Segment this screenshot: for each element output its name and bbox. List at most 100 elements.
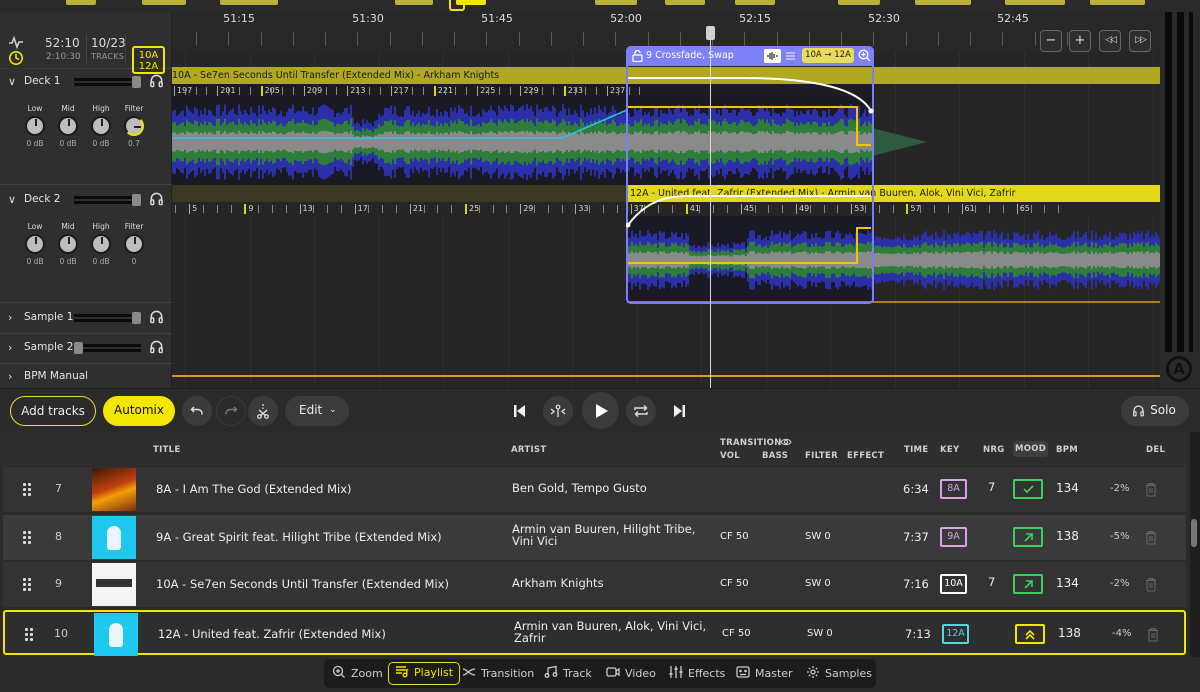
knob-low[interactable]: Low 0 dB xyxy=(20,222,50,266)
sample-1-volume-fader[interactable] xyxy=(74,312,141,324)
drag-handle-icon[interactable] xyxy=(23,578,33,592)
transition-vol[interactable]: CF 50 xyxy=(720,578,749,589)
next-track-button[interactable] xyxy=(673,404,686,418)
table-scrollbar-thumb[interactable] xyxy=(1191,519,1197,547)
track-title[interactable]: 12A - United feat. Zafrir (Extended Mix) xyxy=(158,627,386,641)
knob-high[interactable]: High 0 dB xyxy=(86,104,116,148)
headphones-icon[interactable] xyxy=(149,191,164,206)
solo-button[interactable]: Solo xyxy=(1121,396,1189,426)
knob-filter[interactable]: Filter 0 xyxy=(119,222,149,266)
col-nrg[interactable]: NRG xyxy=(983,445,1005,455)
col-vol[interactable]: VOL xyxy=(720,451,740,461)
tab-samples[interactable]: Samples xyxy=(806,662,872,685)
unlock-icon[interactable] xyxy=(632,50,643,62)
undo-button[interactable] xyxy=(182,396,212,426)
chevron-right-icon[interactable]: › xyxy=(8,341,12,354)
chevron-right-icon[interactable]: › xyxy=(8,311,12,324)
fast-forward-button[interactable]: ▷▷ xyxy=(1129,30,1151,52)
fader-thumb[interactable] xyxy=(132,312,141,324)
tab-master[interactable]: Master xyxy=(736,662,793,685)
redo-button[interactable] xyxy=(216,396,246,426)
deck-1-header[interactable]: ∨ Deck 1 xyxy=(0,70,172,94)
sample-1-header[interactable]: › Sample 1 xyxy=(0,306,172,330)
col-bass[interactable]: BASS xyxy=(762,451,788,461)
mood-badge[interactable] xyxy=(1013,574,1043,594)
automix-button[interactable]: Automix xyxy=(103,396,175,426)
chevron-down-icon[interactable]: ∨ xyxy=(8,193,16,206)
tab-playlist[interactable]: Playlist xyxy=(388,662,461,685)
bpm-manual-header[interactable]: › BPM Manual xyxy=(0,365,172,389)
list-view-toggle[interactable] xyxy=(783,49,798,63)
sync-button[interactable] xyxy=(543,396,573,426)
transition-bass[interactable]: SW 0 xyxy=(805,531,831,542)
col-key[interactable]: KEY xyxy=(940,445,959,455)
table-row[interactable]: 7 8A - I Am The God (Extended Mix) Ben Gol… xyxy=(3,467,1186,512)
knob-low[interactable]: Low 0 dB xyxy=(20,104,50,148)
crossfade-curves[interactable] xyxy=(626,66,876,304)
table-row[interactable]: 9 10A - Se7en Seconds Until Transfer (Ext… xyxy=(3,562,1186,607)
mood-badge[interactable] xyxy=(1013,526,1043,547)
timeline[interactable]: 51:15 51:30 51:45 52:00 52:15 52:30 52:45 10A … xyxy=(172,12,1160,388)
track-title[interactable]: 10A - Se7en Seconds Until Transfer (Exte… xyxy=(156,577,449,591)
knob-mid[interactable]: Mid 0 dB xyxy=(53,222,83,266)
drag-handle-icon[interactable] xyxy=(25,627,35,642)
tab-video[interactable]: Video xyxy=(606,662,656,685)
transition-bass[interactable]: SW 0 xyxy=(807,628,833,639)
table-row[interactable]: 8 9A - Great Spirit feat. Hilight Tribe (… xyxy=(3,514,1186,560)
chevron-down-icon[interactable]: ∨ xyxy=(8,75,16,88)
eye-icon[interactable] xyxy=(780,437,792,447)
zoom-out-button[interactable]: − xyxy=(1040,30,1062,52)
knob-high[interactable]: High 0 dB xyxy=(86,222,116,266)
headphones-icon[interactable] xyxy=(149,339,164,354)
transition-vol[interactable]: CF 50 xyxy=(722,628,751,639)
drag-handle-icon[interactable] xyxy=(23,530,33,545)
drag-handle-icon[interactable] xyxy=(23,483,33,497)
fader-thumb[interactable] xyxy=(132,76,141,88)
add-tracks-button[interactable]: Add tracks xyxy=(10,396,96,426)
playhead[interactable] xyxy=(710,26,711,388)
tab-zoom[interactable]: Zoom xyxy=(332,662,383,685)
fader-thumb[interactable] xyxy=(74,342,83,354)
delete-icon[interactable] xyxy=(1145,577,1157,592)
delete-icon[interactable] xyxy=(1147,627,1159,642)
table-row[interactable]: 10 12A - United feat. Zafrir (Extended Mi… xyxy=(3,609,1186,656)
col-artist[interactable]: ARTIST xyxy=(511,445,546,455)
deck-2-header[interactable]: ∨ Deck 2 xyxy=(0,188,172,212)
minimap[interactable] xyxy=(0,0,1200,12)
headphones-icon[interactable] xyxy=(149,73,164,88)
zoom-in-icon[interactable] xyxy=(858,49,871,62)
minimap-viewport-handle[interactable] xyxy=(449,0,465,11)
fader-thumb[interactable] xyxy=(132,194,141,206)
track-title[interactable]: 9A - Great Spirit feat. Hilight Tribe (E… xyxy=(156,530,442,544)
deck-1-volume-fader[interactable] xyxy=(74,76,141,88)
col-effect[interactable]: EFFECT xyxy=(847,451,884,461)
zoom-in-button[interactable]: + xyxy=(1069,30,1091,52)
col-bpm[interactable]: BPM xyxy=(1056,445,1078,455)
deck-2-volume-fader[interactable] xyxy=(74,194,141,206)
col-mood[interactable]: MOOD xyxy=(1013,441,1049,457)
sample-2-header[interactable]: › Sample 2 xyxy=(0,336,172,360)
tab-effects[interactable]: Effects xyxy=(669,662,725,685)
col-filter[interactable]: FILTER xyxy=(805,451,838,461)
edit-dropdown[interactable]: Edit ⌄ xyxy=(285,396,349,426)
knob-filter[interactable]: Filter 0.7 xyxy=(119,104,149,148)
previous-track-button[interactable] xyxy=(513,404,526,418)
mood-badge[interactable] xyxy=(1015,623,1045,644)
sample-2-volume-fader[interactable] xyxy=(74,342,141,354)
tab-transition[interactable]: Transition xyxy=(462,662,534,685)
waveform-view-toggle[interactable] xyxy=(764,49,781,63)
cut-button[interactable] xyxy=(248,396,278,426)
mood-badge[interactable] xyxy=(1013,479,1043,499)
track-title[interactable]: 8A - I Am The God (Extended Mix) xyxy=(156,482,352,496)
knob-mid[interactable]: Mid 0 dB xyxy=(53,104,83,148)
tab-track[interactable]: Track xyxy=(544,662,592,685)
col-time[interactable]: TIME xyxy=(904,445,928,455)
delete-icon[interactable] xyxy=(1145,530,1157,545)
rewind-button[interactable]: ◁◁ xyxy=(1099,30,1121,52)
play-button[interactable] xyxy=(582,392,619,429)
headphones-icon[interactable] xyxy=(149,309,164,324)
chevron-right-icon[interactable]: › xyxy=(8,370,12,383)
transition-bass[interactable]: SW 0 xyxy=(805,578,831,589)
transition-vol[interactable]: CF 50 xyxy=(720,531,749,542)
crossfade-header[interactable]: 9 Crossfade, Swap 10A → 12A xyxy=(626,46,874,66)
